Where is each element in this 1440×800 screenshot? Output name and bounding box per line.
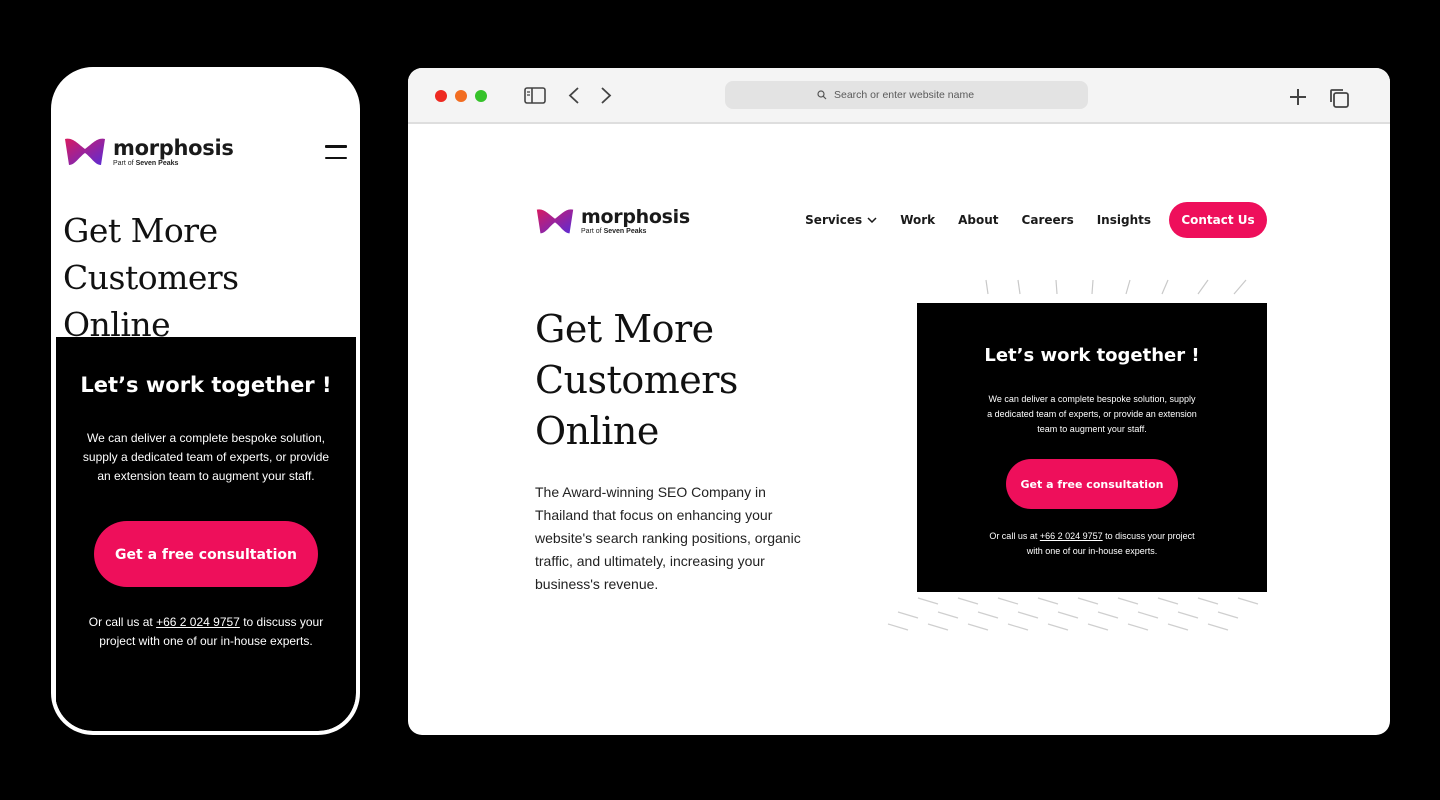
hamburger-icon[interactable] (325, 145, 347, 159)
cta-call-text: Or call us at +66 2 024 9757 to discuss … (987, 529, 1197, 559)
brand-logo[interactable]: morphosis Part of Seven Peaks (63, 135, 353, 169)
nav-services[interactable]: Services (805, 213, 877, 227)
call-prefix: Or call us at (88, 615, 157, 629)
phone-hero-line2: Customers Online (63, 258, 239, 344)
phone-number-link[interactable]: +66 2 024 9757 (1040, 531, 1103, 541)
web-cta-card: Let’s work together ! We can deliver a c… (917, 303, 1267, 592)
brand-subtitle-bold: Seven Peaks (135, 159, 179, 167)
brand-subtitle-prefix: Part of (581, 228, 604, 235)
cta-card-title: Let’s work together ! (80, 373, 332, 397)
contact-us-button[interactable]: Contact Us (1169, 202, 1267, 238)
phone-hero-line1: Get More (63, 211, 218, 250)
chevron-down-icon (867, 217, 877, 223)
brand-name: morphosis (113, 135, 234, 160)
logo-text: morphosis Part of Seven Peaks (113, 135, 234, 167)
phone-screen: morphosis Part of Seven Peaks Get More C… (55, 71, 356, 731)
hero-line3: Online (535, 409, 659, 453)
logo-text: morphosis Part of Seven Peaks (581, 206, 690, 236)
brand-subtitle: Part of Seven Peaks (113, 160, 234, 167)
free-consultation-button[interactable]: Get a free consultation (94, 521, 318, 587)
nav-work[interactable]: Work (900, 213, 935, 227)
phone-number-link[interactable]: +66 2 024 9757 (156, 615, 240, 629)
site-logo[interactable]: morphosis Part of Seven Peaks (535, 206, 690, 237)
nav-services-label: Services (805, 213, 863, 227)
cta-card-description: We can deliver a complete bespoke soluti… (82, 431, 330, 483)
address-bar[interactable] (725, 81, 1088, 109)
nav-insights[interactable]: Insights (1097, 213, 1151, 227)
tabs-icon[interactable] (1328, 87, 1350, 109)
search-icon (817, 90, 827, 100)
hero-description: The Award-winning SEO Company in Thailan… (535, 484, 801, 592)
forward-icon[interactable] (600, 87, 612, 104)
cta-card-title: Let’s work together ! (984, 345, 1200, 366)
hero-line2: Customers (535, 358, 738, 402)
new-tab-icon[interactable] (1288, 87, 1308, 107)
call-prefix: Or call us at (989, 531, 1040, 541)
minimize-window-button[interactable] (455, 90, 467, 102)
morphosis-logo-icon (65, 138, 105, 165)
sidebar-icon[interactable] (524, 87, 546, 104)
morphosis-logo-icon (536, 209, 574, 234)
main-nav: Services Work About Careers Insights Con… (805, 202, 1267, 238)
maximize-window-button[interactable] (475, 90, 487, 102)
cta-card-description: We can deliver a complete bespoke soluti… (987, 394, 1197, 434)
phone-cta-card: Let’s work together ! We can deliver a c… (56, 337, 356, 731)
decorative-lines-top (985, 279, 1247, 295)
site-header: morphosis Part of Seven Peaks Services W… (535, 202, 1267, 242)
brand-subtitle-bold: Seven Peaks (603, 228, 647, 235)
address-input[interactable] (832, 88, 996, 102)
browser-toolbar (408, 68, 1390, 124)
brand-name: morphosis (581, 206, 690, 228)
decorative-lines-bottom (887, 597, 1259, 631)
phone-hero-title: Get More Customers Online (63, 207, 353, 348)
nav-about[interactable]: About (958, 213, 998, 227)
back-icon[interactable] (568, 87, 580, 104)
nav-careers[interactable]: Careers (1022, 213, 1074, 227)
free-consultation-button[interactable]: Get a free consultation (1006, 459, 1178, 509)
phone-header: morphosis Part of Seven Peaks (63, 135, 353, 175)
close-window-button[interactable] (435, 90, 447, 102)
phone-mockup: morphosis Part of Seven Peaks Get More C… (51, 67, 360, 735)
brand-subtitle: Part of Seven Peaks (581, 228, 690, 235)
brand-subtitle-prefix: Part of (113, 159, 136, 167)
hero-line1: Get More (535, 307, 714, 351)
cta-call-text: Or call us at +66 2 024 9757 to discuss … (78, 613, 334, 651)
hero-title: Get More Customers Online (535, 304, 738, 457)
browser-window: morphosis Part of Seven Peaks Services W… (408, 68, 1390, 735)
